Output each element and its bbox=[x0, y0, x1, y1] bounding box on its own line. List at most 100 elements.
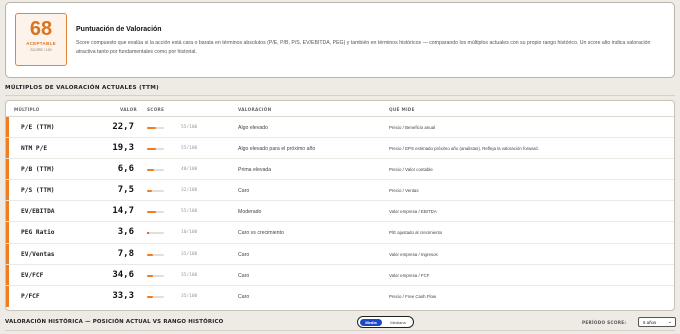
score-text: 40/100 bbox=[181, 167, 198, 173]
header-metric: MÚLTIPLO bbox=[14, 107, 40, 112]
valuation-score-card: 68 ACEPTABLE SCORE / 100 Puntuación de V… bbox=[5, 2, 675, 78]
multiple-name: NTM P/E bbox=[21, 145, 48, 153]
score-bar bbox=[147, 211, 164, 214]
multiple-name: EV/Ventas bbox=[21, 250, 55, 258]
multiple-value: 7,5 bbox=[117, 185, 134, 196]
measures-text: P/E ajustado al crecimiento bbox=[389, 230, 443, 236]
score-bar bbox=[147, 295, 164, 298]
table-row: NTM P/E 19,3 55/100 Algo elevado para el pr… bbox=[6, 138, 674, 160]
score-text: 35/100 bbox=[181, 251, 198, 257]
historical-section-title: VALORACIÓN HISTÓRICA — POSICIÓN ACTUAL V… bbox=[5, 319, 224, 325]
table-row: P/B (TTM) 6,6 40/100 Prima elevada Precio / … bbox=[6, 159, 674, 181]
score-bar bbox=[147, 232, 164, 235]
row-accent bbox=[6, 117, 9, 138]
valuation-text: Prima elevada bbox=[238, 167, 272, 174]
header-valuation: VALORACIÓN bbox=[238, 107, 272, 112]
score-bar bbox=[147, 274, 164, 277]
valuation-text: Caro bbox=[238, 188, 250, 195]
score-scale-label: SCORE / 100 bbox=[30, 48, 52, 52]
measures-text: Precio / EPS estimado próximo año (anali… bbox=[389, 146, 539, 152]
row-accent bbox=[6, 138, 9, 159]
score-bar bbox=[147, 127, 164, 129]
multiple-value: 3,6 bbox=[117, 227, 134, 238]
valuation-text: Caro bbox=[238, 251, 250, 258]
multiple-value: 7,8 bbox=[117, 248, 134, 259]
table-row: P/FCF 33,3 35/100 Caro Precio / Free Cash Fl… bbox=[6, 285, 674, 307]
valuation-text: Caro vs crecimiento bbox=[238, 230, 284, 237]
score-bar-fill bbox=[147, 253, 153, 256]
score-text: 35/100 bbox=[181, 293, 198, 299]
multiple-value: 14,7 bbox=[112, 206, 134, 217]
toggle-median[interactable]: Mediana bbox=[385, 319, 411, 326]
multiple-value: 6,6 bbox=[117, 164, 134, 175]
score-text: 10/100 bbox=[181, 230, 198, 236]
header-value: VALOR bbox=[120, 107, 138, 112]
multiple-name: PEG Ratio bbox=[21, 229, 55, 237]
score-bar-fill bbox=[147, 274, 153, 277]
valuation-text: Caro bbox=[238, 293, 250, 300]
measures-text: Valor empresa / EBITDA bbox=[389, 209, 437, 215]
table-header: MÚLTIPLO VALOR SCORE VALORACIÓN QUÉ MIDE bbox=[6, 101, 674, 117]
score-description: Score compuesto que evalúa si la acción … bbox=[76, 40, 651, 55]
score-rating-label: ACEPTABLE bbox=[26, 41, 56, 46]
table-row: PEG Ratio 3,6 10/100 Caro vs crecimiento P/E… bbox=[6, 222, 674, 244]
score-bar bbox=[147, 148, 164, 151]
score-badge: 68 ACEPTABLE SCORE / 100 bbox=[15, 13, 67, 66]
row-accent bbox=[6, 222, 9, 243]
score-bar-fill bbox=[147, 148, 157, 151]
score-text: 32/100 bbox=[181, 188, 198, 194]
period-select[interactable]: 5 años ⌄ bbox=[638, 317, 676, 327]
score-text: 55/100 bbox=[181, 146, 198, 152]
score-text: 55/100 bbox=[181, 209, 198, 215]
multiple-name: P/E (TTM) bbox=[21, 124, 55, 131]
table-row: P/S (TTM) 7,5 32/100 Caro Precio / Ventas bbox=[6, 180, 674, 202]
period-label: PERÍODO SCORE: bbox=[582, 320, 627, 325]
multiple-value: 33,3 bbox=[112, 290, 134, 301]
score-bar bbox=[147, 253, 164, 256]
period-value: 5 años bbox=[643, 320, 657, 325]
row-accent bbox=[6, 159, 9, 180]
multiple-name: EV/EBITDA bbox=[21, 208, 55, 216]
multiple-name: EV/FCF bbox=[21, 271, 44, 279]
measures-text: Precio / Ventas bbox=[389, 188, 419, 194]
row-accent bbox=[6, 243, 9, 264]
multiple-value: 34,6 bbox=[112, 269, 134, 280]
score-bar-fill bbox=[147, 190, 153, 193]
multiples-table: MÚLTIPLO VALOR SCORE VALORACIÓN QUÉ MIDE… bbox=[5, 100, 675, 311]
score-text: 55/100 bbox=[181, 125, 198, 130]
valuation-text: Caro bbox=[238, 272, 250, 279]
valuation-text: Algo elevado para el próximo año bbox=[238, 146, 316, 153]
table-row: EV/FCF 34,6 35/100 Caro Valor empresa / FCF bbox=[6, 264, 674, 286]
table-row: EV/EBITDA 14,7 55/100 Moderado Valor empresa… bbox=[6, 201, 674, 223]
measures-text: Precio / Beneficio anual bbox=[389, 125, 436, 130]
multiple-value: 19,3 bbox=[112, 143, 134, 154]
row-accent bbox=[6, 180, 9, 201]
measures-text: Valor empresa / FCF bbox=[389, 272, 430, 278]
table-body: P/E (TTM) 22,7 55/100 Algo elevado Precio / … bbox=[6, 117, 674, 307]
score-value: 68 bbox=[29, 18, 53, 40]
chevron-down-icon: ⌄ bbox=[667, 319, 672, 325]
score-text: 35/100 bbox=[181, 272, 198, 278]
header-score: SCORE bbox=[147, 107, 165, 112]
score-bar bbox=[147, 169, 164, 172]
section-divider bbox=[5, 95, 675, 96]
score-bar-fill bbox=[147, 127, 157, 129]
valuation-text: Algo elevado bbox=[238, 125, 268, 131]
toggle-mean[interactable]: Media bbox=[360, 319, 382, 326]
score-bar-fill bbox=[147, 169, 154, 172]
row-accent bbox=[6, 264, 9, 285]
score-bar bbox=[147, 190, 164, 193]
score-bar-fill bbox=[147, 211, 157, 214]
score-title: Puntuación de Valoración bbox=[76, 26, 162, 33]
row-accent bbox=[6, 201, 9, 222]
score-bar-fill bbox=[147, 295, 153, 298]
valuation-text: Moderado bbox=[238, 209, 262, 216]
table-row: EV/Ventas 7,8 35/100 Caro Valor empresa / In… bbox=[6, 243, 674, 265]
header-measures: QUÉ MIDE bbox=[389, 107, 415, 112]
measures-text: Precio / Free Cash Flow bbox=[389, 293, 437, 299]
multiple-value: 22,7 bbox=[112, 122, 134, 132]
measures-text: Valor empresa / Ingresos bbox=[389, 251, 438, 257]
multiple-name: P/S (TTM) bbox=[21, 187, 55, 195]
mean-median-toggle[interactable]: Media Mediana bbox=[357, 316, 414, 328]
score-bar-fill bbox=[147, 232, 149, 235]
